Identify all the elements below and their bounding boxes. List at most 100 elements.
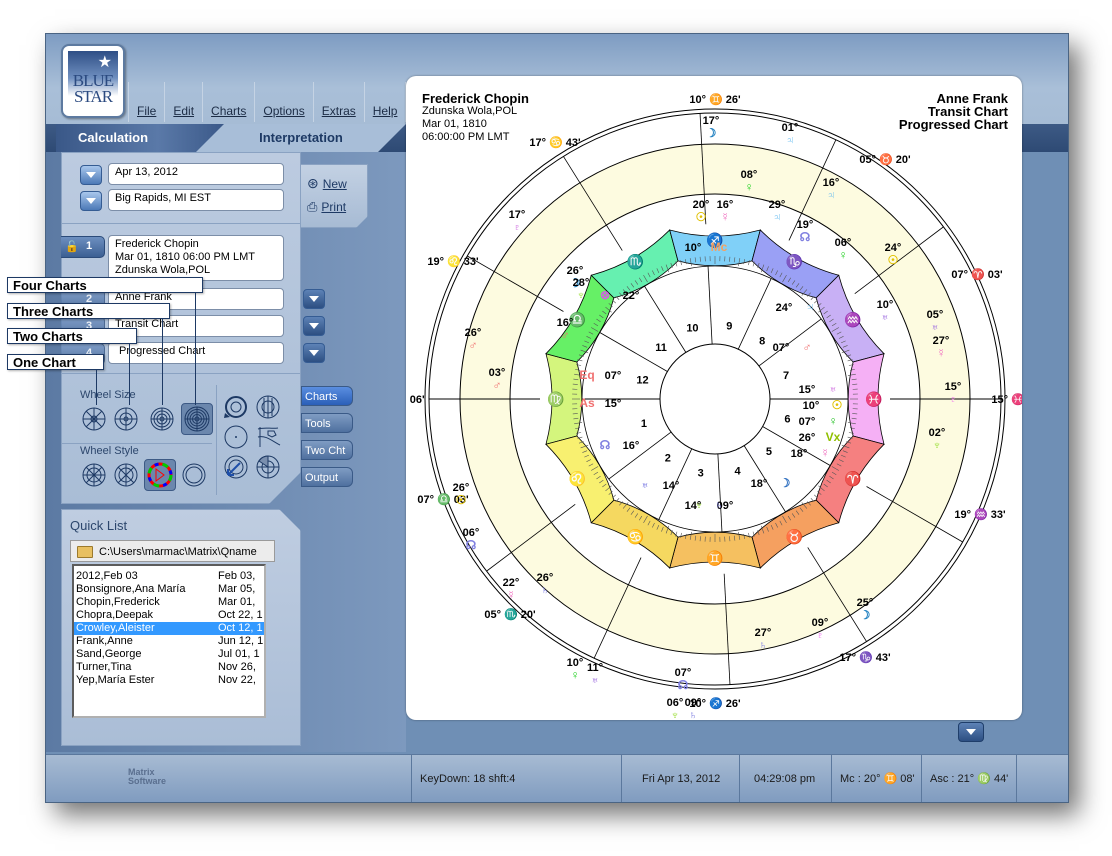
wheel-size-label: Wheel Size <box>80 389 136 401</box>
inner-planet-glyph: ♃ <box>806 300 815 314</box>
outer-cusp-label: 05° ♏ 20' <box>484 608 536 621</box>
row-name: 2012,Feb 03 <box>76 570 138 582</box>
single-circle-icon[interactable] <box>222 423 250 451</box>
zodiac-sign-glyph: ♊ <box>706 550 723 567</box>
rotate-wheel-icon[interactable] <box>222 393 250 421</box>
menu-charts[interactable]: Charts <box>202 82 254 122</box>
quick-list-row[interactable]: Bonsignore,Ana María Mar 05, <box>74 583 264 596</box>
wheel-style-1-icon[interactable] <box>80 461 108 489</box>
wheel-pie-icon[interactable] <box>254 453 282 481</box>
side-tab-two-cht[interactable]: Two Cht <box>301 440 353 460</box>
quick-list-row[interactable]: Frank,Anne Jun 12, 1 <box>74 635 264 648</box>
status-mc: Mc : 20° ♊ 08' <box>831 755 921 802</box>
divider <box>62 223 300 224</box>
ring-planet-glyph: ♄ <box>759 638 768 652</box>
ring-planet-glyph: ♀ <box>745 180 754 194</box>
quick-list-path[interactable]: C:\Users\marmac\Matrix\Qname <box>70 540 275 562</box>
map-icon[interactable] <box>254 423 282 451</box>
outer-cusp-label: 17° ♑ 43' <box>839 651 891 664</box>
row-name: Yep,María Ester <box>76 674 155 686</box>
quick-list-row[interactable]: Sand,George Jul 01, 1 <box>74 648 264 661</box>
row-name: Sand,George <box>76 648 142 660</box>
house-number: 11 <box>655 342 667 354</box>
outer-cusp-label: 19° ♒ 33' <box>954 508 1006 521</box>
inner-planet-glyph: As <box>579 396 595 410</box>
quick-list-row[interactable]: Yep,María Ester Nov 22, <box>74 674 264 687</box>
date-dropdown-button[interactable] <box>80 165 102 185</box>
new-button[interactable]: ⊛ New <box>307 175 347 192</box>
zodiac-sign-glyph: ♍ <box>547 391 564 408</box>
quick-list[interactable]: 2012,Feb 03 Feb 03, Bonsignore,Ana María Ma… <box>72 564 266 718</box>
wheel-size-3-icon[interactable] <box>148 405 176 433</box>
wheel-size-1-icon[interactable] <box>80 405 108 433</box>
wheel-size-2-icon[interactable] <box>112 405 140 433</box>
scroll-down-button[interactable] <box>958 722 984 742</box>
tab-interpretation[interactable]: Interpretation <box>196 124 406 152</box>
quick-list-row[interactable]: 2012,Feb 03 Feb 03, <box>74 570 264 583</box>
inner-planet-degree: 07° <box>773 342 790 354</box>
callout-line <box>129 344 130 405</box>
print-button[interactable]: ⎙ Print <box>307 199 346 215</box>
house-number: 10 <box>686 322 698 334</box>
date-field[interactable]: Apr 13, 2012 <box>108 163 284 185</box>
ring-planet-degree: 27° <box>933 335 950 347</box>
ring-planet-glyph: ♆ <box>577 288 586 302</box>
wheel-style-2-icon[interactable] <box>112 461 140 489</box>
zodiac-sign-glyph: ♒ <box>844 312 861 329</box>
location-field[interactable]: Big Rapids, MI EST <box>108 189 284 211</box>
quick-list-row[interactable]: Chopra,Deepak Oct 22, 1 <box>74 609 264 622</box>
row-date: Mar 05, <box>218 583 256 595</box>
slot-2-dropdown-button[interactable] <box>303 289 325 309</box>
side-tab-tools[interactable]: Tools <box>301 413 353 433</box>
chart-wheel[interactable]: ♍♎♏♐♑♒♓♈♉♊♋♌12345678910111215° ♍ 06'15° … <box>406 76 1022 720</box>
ring-planet-glyph: ☿ <box>507 588 516 602</box>
wheel-export-icon[interactable] <box>222 453 250 481</box>
inner-planet-glyph: Vx <box>826 430 841 444</box>
quick-list-row[interactable]: Turner,Tina Nov 26, <box>74 661 264 674</box>
four-charts-callout: Four Charts <box>7 277 203 293</box>
slot-3-dropdown-button[interactable] <box>303 316 325 336</box>
menu-help[interactable]: Help <box>363 82 407 122</box>
ring-planet-degree: 29° <box>769 199 786 211</box>
ring-planet-degree: 27° <box>755 627 772 639</box>
quick-list-row[interactable]: Crowley,Aleister Oct 12, 1 <box>74 622 264 635</box>
slot-1-button[interactable]: 🔓 1 <box>57 236 105 258</box>
slot-1-field[interactable]: Frederick Chopin Mar 01, 1810 06:00 PM L… <box>108 235 284 281</box>
zodiac-sign-glyph: ♌ <box>569 471 586 488</box>
ring-planet-degree: 15° <box>945 381 962 393</box>
ring-planet-glyph: ♇ <box>949 392 958 406</box>
location-dropdown-button[interactable] <box>80 191 102 211</box>
slot-1-line: Frederick Chopin <box>115 238 199 250</box>
wheel-size-4-icon[interactable] <box>181 403 213 435</box>
ring-planet-glyph: ♃ <box>786 133 795 147</box>
ring-planet-glyph: ♅ <box>591 673 600 687</box>
outer-cusp-label: 10° ♊ 26' <box>689 93 741 106</box>
outer-cusp-label: 17° ♋ 43' <box>529 136 581 149</box>
menu-options[interactable]: Options <box>254 82 312 122</box>
wheel-grid-icon[interactable] <box>254 393 282 421</box>
wheel-style-color-icon[interactable] <box>144 459 176 491</box>
wheel-style-label: Wheel Style <box>80 445 139 457</box>
wheel-style-4-icon[interactable] <box>180 461 208 489</box>
slot-4-dropdown-button[interactable] <box>303 343 325 363</box>
inner-planet-degree: 18° <box>751 478 768 490</box>
new-print-panel: ⊛ New ⎙ Print <box>300 164 368 228</box>
row-date: Oct 12, 1 <box>218 622 263 634</box>
menu-file[interactable]: File <box>128 82 164 122</box>
inner-planet-degree: 16° <box>623 440 640 452</box>
zodiac-sign-glyph: ♓ <box>865 391 882 408</box>
outer-cusp-label: 07° ♈ 03' <box>951 268 1003 281</box>
slot-4-field[interactable]: Progressed Chart <box>108 342 284 364</box>
three-charts-callout: Three Charts <box>7 303 170 319</box>
slot-1-line: Mar 01, 1810 06:00 PM LMT <box>115 251 256 263</box>
inner-planet-degree: 07° <box>605 370 622 382</box>
side-tab-output[interactable]: Output <box>301 467 353 487</box>
house-number: 5 <box>766 446 772 458</box>
side-tab-charts[interactable]: Charts <box>301 386 353 406</box>
menu-extras[interactable]: Extras <box>312 82 364 122</box>
center-hub <box>659 343 771 455</box>
ring-planet-degree: 22° <box>503 577 520 589</box>
inner-planet-degree: 15° <box>799 384 816 396</box>
menu-edit[interactable]: Edit <box>164 82 202 122</box>
quick-list-row[interactable]: Chopin,Frederick Mar 01, <box>74 596 264 609</box>
